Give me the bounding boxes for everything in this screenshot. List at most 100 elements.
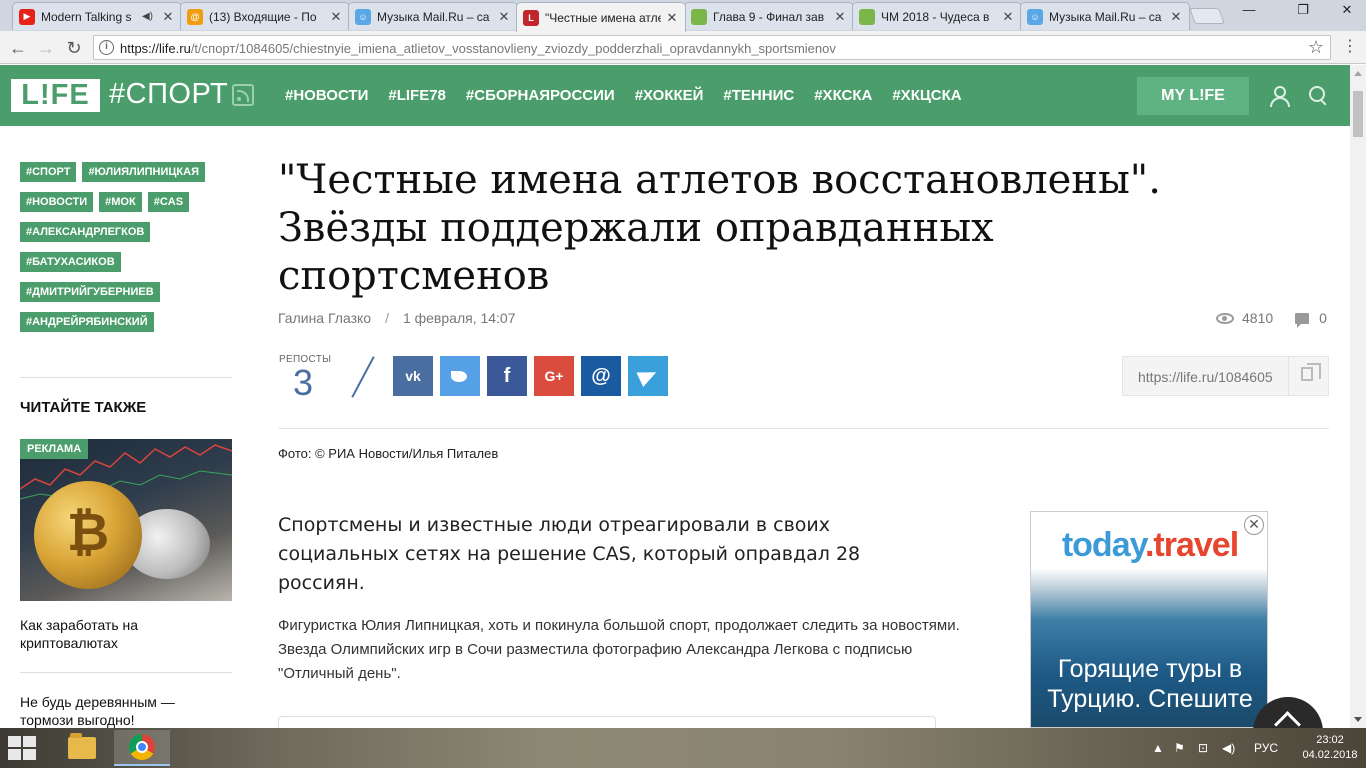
speaker-icon[interactable]: ◀) [142, 11, 153, 22]
vk-icon: vk [405, 368, 421, 384]
sidebar-divider [20, 672, 232, 673]
close-ad-icon[interactable]: ✕ [1244, 515, 1264, 535]
tag-news[interactable]: #НОВОСТИ [20, 192, 94, 212]
tag-list: #СПОРТ #ЮЛИЯЛИПНИЦКАЯ #НОВОСТИ #МОК #CAS… [20, 162, 235, 332]
scroll-down-arrow-icon[interactable] [1354, 717, 1362, 722]
read-also-link-brakes[interactable]: Не будь деревянным — тормози выгодно! [20, 693, 220, 729]
close-tab-icon[interactable]: ✕ [1001, 9, 1015, 25]
section-title[interactable]: #СПОРТ [109, 78, 228, 111]
nav-item-national-team[interactable]: #СБОРНАЯРОССИИ [466, 87, 615, 104]
taskbar-chrome[interactable] [114, 730, 170, 766]
bitcoin-coin-icon: ₿ [34, 481, 142, 589]
bookmark-star-icon[interactable]: ☆ [1308, 37, 1324, 58]
read-also-link-crypto[interactable]: Как заработать на криптовалютах [20, 616, 220, 652]
share-twitter-button[interactable] [440, 356, 480, 396]
nav-item-hockey[interactable]: #ХОККЕЙ [635, 87, 704, 104]
ad-brand-part1: today [1061, 526, 1146, 564]
volume-icon[interactable]: ◀) [1222, 728, 1235, 768]
close-tab-icon[interactable]: ✕ [329, 9, 343, 25]
life-logo[interactable]: L!FE [11, 79, 100, 112]
travel-ad-banner[interactable]: today.travel Горящие туры в Турцию. Спеш… [1030, 511, 1268, 728]
forward-arrow-icon[interactable]: → [34, 36, 58, 60]
close-tab-icon[interactable]: ✕ [497, 9, 511, 25]
close-window-icon[interactable]: ✕ [1330, 0, 1364, 20]
tag-sport[interactable]: #СПОРТ [20, 162, 77, 182]
language-indicator[interactable]: РУС [1254, 728, 1278, 768]
share-google-plus-button[interactable]: G+ [534, 356, 574, 396]
scrollbar-thumb[interactable] [1353, 91, 1363, 137]
tag-batukhasikov[interactable]: #БАТУХАСИКОВ [20, 252, 121, 272]
minimize-icon[interactable]: — [1232, 0, 1266, 20]
browser-tab-music-2[interactable]: ☺ Музыка Mail.Ru – са ✕ [1020, 2, 1190, 30]
search-icon[interactable] [1308, 85, 1330, 107]
browser-toolbar: ← → ↻ i https://life.ru/t/спорт/1084605/… [0, 31, 1366, 64]
close-tab-icon[interactable]: ✕ [665, 10, 679, 26]
browser-tab-music[interactable]: ☺ Музыка Mail.Ru – са ✕ [348, 2, 518, 30]
browser-menu-icon[interactable]: ⋮ [1340, 37, 1360, 59]
scroll-up-arrow-icon[interactable] [1354, 71, 1362, 76]
tab-title: Музыка Mail.Ru – са [377, 9, 490, 24]
rss-icon[interactable] [232, 84, 254, 106]
tag-ioc[interactable]: #МОК [99, 192, 142, 212]
flag-icon[interactable]: ⚑ [1174, 728, 1185, 768]
tray-up-arrow-icon[interactable]: ▲ [1152, 728, 1164, 768]
network-icon[interactable]: ⊡ [1198, 728, 1208, 768]
my-life-button[interactable]: MY L!FE [1137, 77, 1249, 115]
nav-item-life78[interactable]: #LIFE78 [388, 87, 446, 104]
nav-item-news[interactable]: #НОВОСТИ [285, 87, 368, 104]
restore-icon[interactable]: ❐ [1286, 0, 1320, 20]
tag-ryabinsky[interactable]: #АНДРЕЙРЯБИНСКИЙ [20, 312, 154, 332]
tag-legkov[interactable]: #АЛЕКСАНДРЛЕГКОВ [20, 222, 151, 242]
browser-tab-youtube[interactable]: ▶ Modern Talking s ◀) ✕ [12, 2, 182, 30]
read-also-title: ЧИТАЙТЕ ТАКЖЕ [20, 399, 147, 416]
copy-icon [1301, 363, 1321, 381]
url-host: https://life.ru [120, 41, 191, 56]
photo-credit: Фото: © РИА Новости/Илья Питалев [278, 446, 499, 461]
share-vk-button[interactable]: vk [393, 356, 433, 396]
telegram-icon [636, 364, 660, 388]
share-mailru-button[interactable]: @ [581, 356, 621, 396]
user-icon[interactable] [1268, 85, 1290, 107]
nav-item-hc-ska[interactable]: #ХКСКА [814, 87, 872, 104]
share-facebook-button[interactable]: f [487, 356, 527, 396]
windows-start-icon[interactable] [8, 736, 38, 760]
article-meta: Галина Глазко / 1 февраля, 14:07 [278, 310, 516, 326]
share-telegram-button[interactable] [628, 356, 668, 396]
mailru-at-icon: @ [591, 364, 611, 387]
tab-title: "Честные имена атле [545, 10, 661, 25]
comments-count[interactable]: 0 [1319, 310, 1327, 326]
nav-item-tennis[interactable]: #ТЕННИС [723, 87, 794, 104]
reload-icon[interactable]: ↻ [62, 36, 86, 60]
browser-tab-cm2018[interactable]: ЧМ 2018 - Чудеса в ✕ [852, 2, 1022, 30]
browser-tab-chapter9[interactable]: Глава 9 - Финал зав ✕ [684, 2, 854, 30]
close-tab-icon[interactable]: ✕ [161, 9, 175, 25]
close-tab-icon[interactable]: ✕ [1169, 9, 1183, 25]
comment-icon[interactable] [1295, 312, 1310, 328]
page-scrollbar[interactable] [1350, 65, 1366, 728]
browser-tab-life-active[interactable]: L "Честные имена атле ✕ [516, 2, 686, 32]
close-tab-icon[interactable]: ✕ [833, 9, 847, 25]
tag-guberniev[interactable]: #ДМИТРИЙГУБЕРНИЕВ [20, 282, 160, 302]
short-link-box[interactable]: https://life.ru/1084605 [1122, 356, 1329, 396]
reposts-count: 3 [293, 362, 314, 403]
back-arrow-icon[interactable]: ← [6, 36, 30, 60]
article-title: "Честные имена атлетов восстановлены". З… [278, 157, 1161, 299]
short-link-text[interactable]: https://life.ru/1084605 [1138, 369, 1273, 385]
author-name[interactable]: Галина Глазко [278, 310, 371, 326]
copy-link-button[interactable] [1288, 357, 1328, 395]
new-tab-button[interactable] [1189, 8, 1225, 24]
site-info-icon[interactable]: i [99, 40, 114, 55]
tag-lipnitskaya[interactable]: #ЮЛИЯЛИПНИЦКАЯ [82, 162, 205, 182]
address-bar[interactable]: i https://life.ru/t/спорт/1084605/chiest… [93, 35, 1331, 60]
taskbar-file-explorer[interactable] [54, 730, 110, 766]
publish-date: 1 февраля, 14:07 [402, 310, 516, 326]
sidebar-divider [20, 377, 232, 378]
crypto-promo-image[interactable]: ₿ [20, 439, 232, 601]
taskbar-clock[interactable]: 23:02 04.02.2018 [1300, 733, 1360, 763]
article-lead: Спортсмены и известные люди отреагировал… [278, 514, 861, 594]
address-url[interactable]: https://life.ru/t/спорт/1084605/chiestny… [120, 41, 836, 56]
nav-item-hc-cska[interactable]: #ХКЦСКА [892, 87, 961, 104]
browser-tab-inbox[interactable]: @ (13) Входящие - По ✕ [180, 2, 350, 30]
tag-cas[interactable]: #CAS [147, 192, 190, 212]
windows-taskbar: ▲ ⚑ ⊡ ◀) РУС 23:02 04.02.2018 [0, 728, 1366, 768]
